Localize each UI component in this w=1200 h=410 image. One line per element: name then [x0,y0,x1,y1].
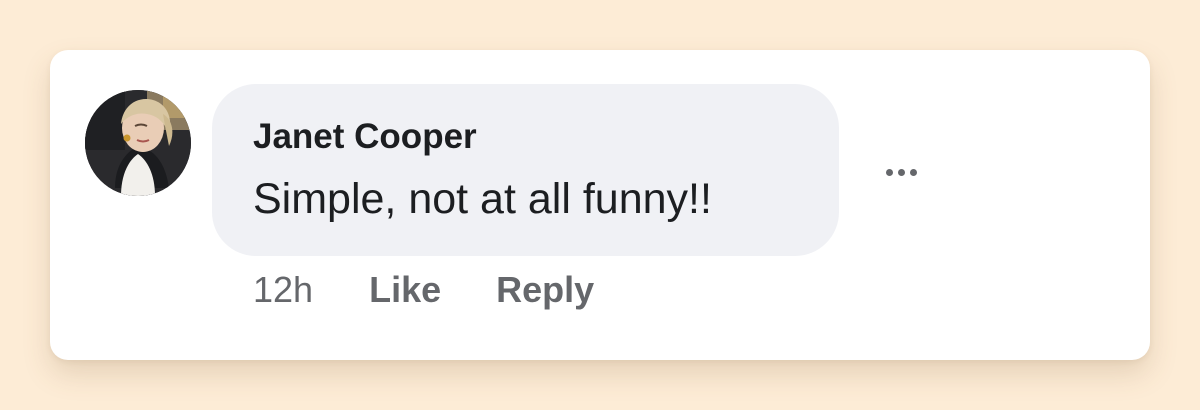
comment-text: Simple, not at all funny!! [253,175,712,223]
comment-card: Janet Cooper Simple, not at all funny!! … [50,50,1150,360]
ellipsis-dot [909,168,917,176]
avatar-photo [85,90,191,196]
comment-timestamp[interactable]: 12h [253,269,313,311]
avatar[interactable] [85,90,191,196]
comment-actions: 12h Like Reply [253,265,594,315]
ellipsis-horizontal-icon [885,168,893,176]
like-button[interactable]: Like [369,269,441,311]
reply-button[interactable]: Reply [496,269,594,311]
ellipsis-dot [897,168,905,176]
comment-author-name[interactable]: Janet Cooper [253,117,477,157]
more-options-button[interactable] [876,155,926,189]
comment-bubble: Janet Cooper Simple, not at all funny!! [212,84,839,256]
